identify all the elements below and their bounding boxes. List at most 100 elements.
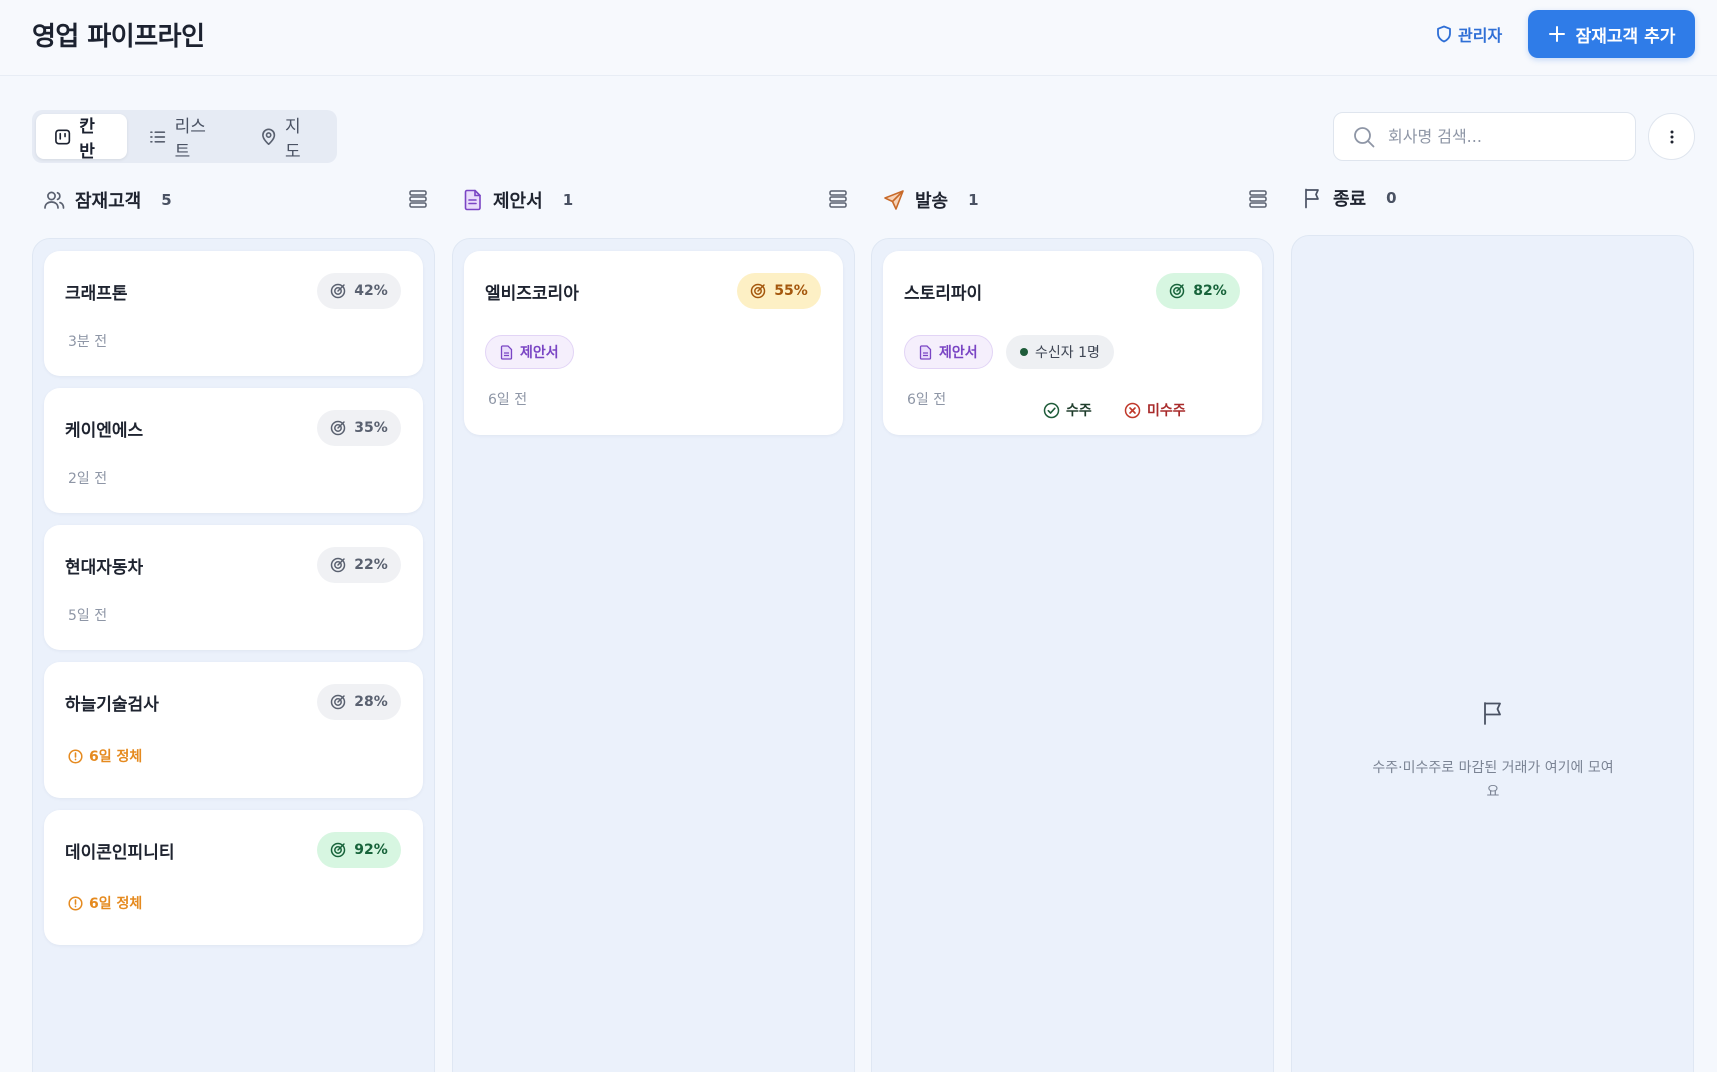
tab-kanban[interactable]: 칸반 [36, 114, 128, 162]
column-header-proposal: 제안서 1 [463, 186, 848, 214]
deal-card[interactable]: 현대자동차 22% 5일 전 [44, 525, 423, 650]
deal-card[interactable]: 엘비즈코리아 55% 제안서 6일 전 [464, 251, 843, 435]
column-title: 잠재고객 [75, 191, 142, 212]
search-icon [1354, 126, 1375, 147]
stale-indicator: 6일 정체 [68, 746, 142, 766]
deal-card[interactable]: 크래프톤 42% 3분 전 [44, 251, 423, 376]
mark-lost-label: 미수주 [1147, 403, 1186, 419]
deal-card[interactable]: 스토리파이 82% 제안서 수신자 1명 6일 전 수주 미수주 [883, 251, 1262, 435]
probability-badge: 28% [317, 684, 401, 720]
stale-text: 6일 정체 [89, 749, 143, 765]
probability-badge: 82% [1156, 273, 1240, 309]
company-name: 데이콘인피니티 [65, 843, 175, 863]
column-menu-icon[interactable] [408, 189, 428, 209]
column-count: 1 [968, 191, 979, 209]
column-count: 1 [562, 191, 574, 209]
stale-text: 6일 정체 [89, 896, 143, 912]
column-header-prospects: 잠재고객 5 [43, 186, 428, 214]
alert-clock-icon [68, 748, 83, 764]
column-proposal: 엘비즈코리아 55% 제안서 6일 전 [452, 238, 855, 1072]
stale-indicator: 6일 정체 [68, 893, 142, 913]
proposal-tag-label: 제안서 [939, 345, 978, 361]
updated-time: 2일 전 [68, 471, 108, 487]
probability-badge: 22% [317, 547, 401, 583]
mark-won-button[interactable]: 수주 [1043, 400, 1092, 420]
target-icon [330, 557, 346, 573]
mark-won-label: 수주 [1066, 403, 1092, 419]
column-title: 제안서 [493, 191, 543, 212]
deal-card[interactable]: 하늘기술검사 28% 6일 정체 [44, 662, 423, 798]
status-dot [1020, 348, 1028, 356]
company-name: 엘비즈코리아 [485, 284, 579, 304]
tab-kanban-label: 칸반 [79, 116, 95, 162]
target-icon [330, 842, 346, 858]
probability-value: 92% [354, 842, 388, 858]
column-count: 0 [1386, 189, 1397, 207]
target-icon [750, 283, 766, 299]
deal-card[interactable]: 케이엔에스 35% 2일 전 [44, 388, 423, 513]
tab-list[interactable]: 리스트 [131, 114, 237, 162]
probability-value: 42% [354, 283, 388, 299]
probability-value: 82% [1193, 283, 1227, 299]
recipients-label: 수신자 1명 [1035, 345, 1100, 361]
check-circle-icon [1043, 402, 1060, 418]
add-prospect-button[interactable]: 잠재고객 추가 [1528, 10, 1695, 58]
list-icon [150, 130, 166, 143]
probability-badge: 42% [317, 273, 401, 309]
company-name: 크래프톤 [65, 284, 128, 304]
flag-icon [1484, 702, 1501, 725]
target-icon [330, 694, 346, 710]
recipients-tag: 수신자 1명 [1006, 335, 1114, 369]
document-icon [919, 344, 932, 360]
probability-badge: 92% [317, 832, 401, 868]
probability-value: 22% [354, 557, 388, 573]
column-prospects: 크래프톤 42% 3분 전 케이엔에스 35% 2일 전 현대자동차 22% 5… [32, 238, 435, 1072]
proposal-tag[interactable]: 제안서 [485, 335, 574, 369]
map-pin-icon [261, 128, 275, 145]
column-menu-icon[interactable] [1248, 189, 1268, 209]
page-title: 영업 파이프라인 [32, 22, 205, 52]
tab-map[interactable]: 지도 [242, 114, 333, 162]
column-closed [1291, 235, 1694, 1072]
target-icon [330, 283, 346, 299]
column-header-closed: 종료 0 [1303, 184, 1688, 212]
view-toggle: 칸반 리스트 지도 [32, 110, 337, 163]
shield-icon [1437, 25, 1451, 43]
add-prospect-label: 잠재고객 추가 [1575, 26, 1676, 47]
deal-card[interactable]: 데이콘인피니티 92% 6일 정체 [44, 810, 423, 945]
company-name: 케이엔에스 [65, 421, 144, 441]
alert-clock-icon [68, 895, 83, 911]
company-name: 스토리파이 [904, 284, 983, 304]
column-sent: 스토리파이 82% 제안서 수신자 1명 6일 전 수주 미수주 [871, 238, 1274, 1072]
column-title: 종료 [1333, 189, 1367, 210]
search-box [1333, 112, 1636, 161]
admin-link[interactable]: 관리자 [1436, 22, 1502, 46]
proposal-tag[interactable]: 제안서 [904, 335, 993, 369]
probability-value: 55% [774, 283, 808, 299]
updated-time: 3분 전 [68, 334, 108, 350]
column-header-sent: 발송 1 [883, 186, 1268, 214]
target-icon [1169, 283, 1185, 299]
column-menu-icon[interactable] [828, 189, 848, 209]
company-name: 하늘기술검사 [65, 695, 159, 715]
probability-badge: 35% [317, 410, 401, 446]
kanban-icon [55, 128, 71, 145]
send-icon [884, 190, 904, 210]
document-icon [464, 189, 481, 211]
column-count: 5 [161, 191, 172, 209]
updated-time: 6일 전 [488, 392, 528, 408]
proposal-tag-label: 제안서 [520, 345, 559, 361]
company-name: 현대자동차 [65, 558, 144, 578]
document-icon [500, 344, 513, 360]
empty-state: 수주·미수주로 마감된 거래가 여기에 모여요 [1290, 700, 1696, 804]
mark-lost-button[interactable]: 미수주 [1124, 400, 1186, 420]
probability-value: 28% [354, 694, 388, 710]
plus-icon [1548, 26, 1565, 42]
updated-time: 6일 전 [907, 392, 947, 408]
top-header: 영업 파이프라인 관리자 잠재고객 추가 [0, 0, 1717, 76]
search-input[interactable] [1388, 127, 1628, 146]
admin-label: 관리자 [1458, 26, 1503, 45]
target-icon [330, 420, 346, 436]
tab-map-label: 지도 [284, 116, 301, 162]
more-options-button[interactable] [1648, 113, 1695, 160]
